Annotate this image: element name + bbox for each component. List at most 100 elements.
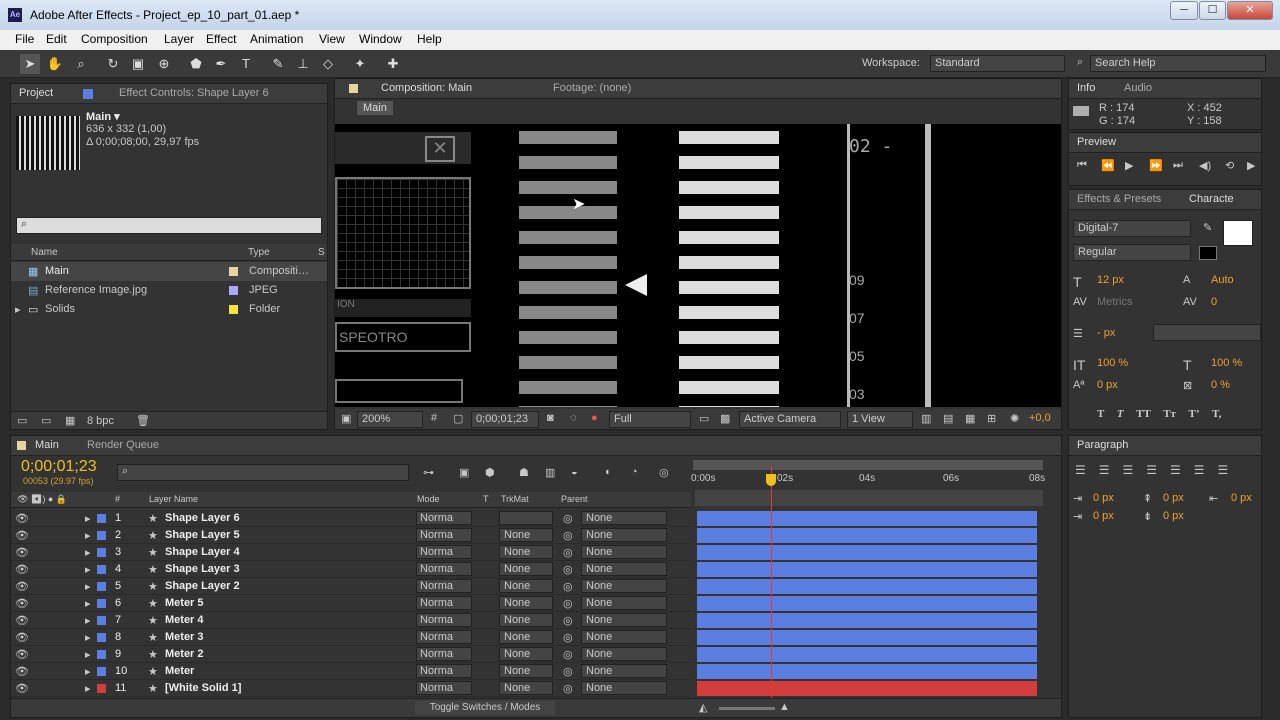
blend-mode-select[interactable]: Norma [416,596,472,610]
draft-3d-icon[interactable]: ⬢ [485,466,495,479]
current-time-indicator[interactable] [771,466,772,701]
label-color-swatch[interactable] [229,267,238,276]
visibility-eye-icon[interactable]: 👁 [15,682,29,695]
zoom-select[interactable]: 200% [357,411,423,428]
expand-arrow-icon[interactable]: ▸ [85,614,91,627]
show-snapshot-icon[interactable]: ◌ [570,412,577,424]
project-item-main[interactable]: ▦ Main Compositi… [11,262,327,281]
pickwhip-icon[interactable]: ◎ [563,614,573,627]
parent-select[interactable]: None [581,647,667,661]
timeline-icon[interactable]: ▦ [965,412,975,425]
blend-mode-select[interactable]: Norma [416,579,472,593]
label-color-swatch[interactable] [97,514,106,523]
indent-right-value[interactable]: 0 px [1231,492,1252,504]
expand-arrow-icon[interactable]: ▸ [85,597,91,610]
camera-tool-icon[interactable]: ▣ [128,54,148,74]
grid-icon[interactable]: # [431,412,437,424]
layer-duration-bar[interactable] [697,562,1037,577]
layer-row[interactable]: 👁 ▸ 7 ★ Meter 4 Norma None ◎ None [11,612,691,629]
resolution-select[interactable]: Full [609,411,691,428]
layer-row[interactable]: 👁 ▸ 8 ★ Meter 3 Norma None ◎ None [11,629,691,646]
exposure-icon[interactable]: ✺ [1010,412,1019,425]
pickwhip-icon[interactable]: ◎ [563,546,573,559]
layer-name[interactable]: Shape Layer 2 [165,580,240,592]
visibility-eye-icon[interactable]: 👁 [15,580,29,593]
layer-name[interactable]: Shape Layer 4 [165,546,240,558]
layer-duration-bar[interactable] [697,528,1037,543]
kerning-value[interactable]: Metrics [1097,296,1132,308]
first-line-value[interactable]: 0 px [1093,510,1114,522]
layer-row[interactable]: 👁 ▸ 6 ★ Meter 5 Norma None ◎ None [11,595,691,612]
menu-help[interactable]: Help [417,32,442,46]
close-button[interactable]: ✕ [1227,1,1273,20]
eyedropper-icon[interactable]: ✎ [1203,221,1212,234]
pickwhip-icon[interactable]: ◎ [563,665,573,678]
col-parent[interactable]: Parent [561,494,588,504]
menu-edit[interactable]: Edit [46,32,67,46]
live-update-icon[interactable]: ▣ [459,466,469,479]
layer-name[interactable]: [White Solid 1] [165,682,241,694]
fill-color-swatch[interactable] [1223,220,1253,246]
ram-preview-icon[interactable]: ▶ [1247,159,1255,172]
trkmat-select[interactable]: None [499,579,553,593]
visibility-eye-icon[interactable]: 👁 [15,529,29,542]
parent-select[interactable]: None [581,613,667,627]
label-color-swatch[interactable] [97,599,106,608]
frame-blending-icon[interactable]: ▥ [545,466,555,479]
layer-name[interactable]: Meter [165,665,194,677]
prev-frame-icon[interactable]: ⏪ [1101,159,1115,172]
layer-row[interactable]: 👁 ▸ 2 ★ Shape Layer 5 Norma None ◎ None [11,527,691,544]
expand-arrow-icon[interactable]: ▸ [85,529,91,542]
stroke-color-swatch[interactable] [1199,246,1217,260]
tab-audio[interactable]: Audio [1124,82,1152,94]
layer-duration-bar[interactable] [697,647,1037,662]
text-style-buttons[interactable]: T T TT Tᴛ Tʼ T, [1097,408,1221,420]
pickwhip-icon[interactable]: ◎ [563,563,573,576]
expand-arrow-icon[interactable]: ▸ [85,580,91,593]
indent-left-value[interactable]: 0 px [1093,492,1114,504]
toggle-switches-modes-button[interactable]: Toggle Switches / Modes [415,701,555,715]
transparency-grid-icon[interactable]: ▩ [720,412,730,425]
shape-tool-icon[interactable]: ⬟ [186,54,206,74]
zoom-tool-icon[interactable]: ⌕ [71,54,91,74]
always-preview-icon[interactable]: ▣ [341,412,351,425]
trkmat-select[interactable]: None [499,647,553,661]
channel-icon[interactable]: ● [591,412,598,424]
alignment-buttons[interactable]: ☰☰☰☰☰☰☰ [1075,463,1241,477]
expand-arrow-icon[interactable]: ▸ [85,631,91,644]
baseline-shift-value[interactable]: 0 px [1097,379,1118,391]
parent-select[interactable]: None [581,664,667,678]
view-layout-select[interactable]: 1 View [847,411,913,428]
menu-effect[interactable]: Effect [206,32,236,46]
blend-mode-select[interactable]: Norma [416,681,472,695]
motion-blur-icon[interactable]: ◒ [571,466,578,478]
layer-row[interactable]: 👁 ▸ 3 ★ Shape Layer 4 Norma None ◎ None [11,544,691,561]
pickwhip-icon[interactable]: ◎ [563,529,573,542]
tab-render-queue[interactable]: Render Queue [87,439,159,451]
tracking-value[interactable]: 0 [1211,296,1217,308]
selection-tool-icon[interactable]: ➤ [20,54,40,74]
audio-icon[interactable]: ◀) [1199,159,1211,172]
col-layer-name[interactable]: Layer Name [149,494,198,504]
label-color-swatch[interactable] [97,582,106,591]
play-icon[interactable]: ▶ [1125,159,1133,172]
parent-select[interactable]: None [581,630,667,644]
layer-name[interactable]: Meter 4 [165,614,204,626]
parent-select[interactable]: None [581,562,667,576]
label-color-swatch[interactable] [97,650,106,659]
visibility-eye-icon[interactable]: 👁 [15,597,29,610]
pan-behind-tool-icon[interactable]: ⊕ [154,54,174,74]
roto-brush-tool-icon[interactable]: ✦ [350,54,370,74]
blend-mode-select[interactable]: Norma [416,511,472,525]
parent-select[interactable]: None [581,511,667,525]
trkmat-select[interactable]: None [499,596,553,610]
trkmat-select[interactable]: None [499,664,553,678]
blend-mode-select[interactable]: Norma [416,562,472,576]
trkmat-select[interactable]: None [499,630,553,644]
expand-arrow-icon[interactable]: ▸ [85,546,91,559]
tab-info[interactable]: Info [1077,82,1095,94]
horizontal-scale-value[interactable]: 100 % [1211,357,1242,369]
rotate-tool-icon[interactable]: ↻ [103,54,123,74]
parent-select[interactable]: None [581,545,667,559]
visibility-eye-icon[interactable]: 👁 [15,614,29,627]
